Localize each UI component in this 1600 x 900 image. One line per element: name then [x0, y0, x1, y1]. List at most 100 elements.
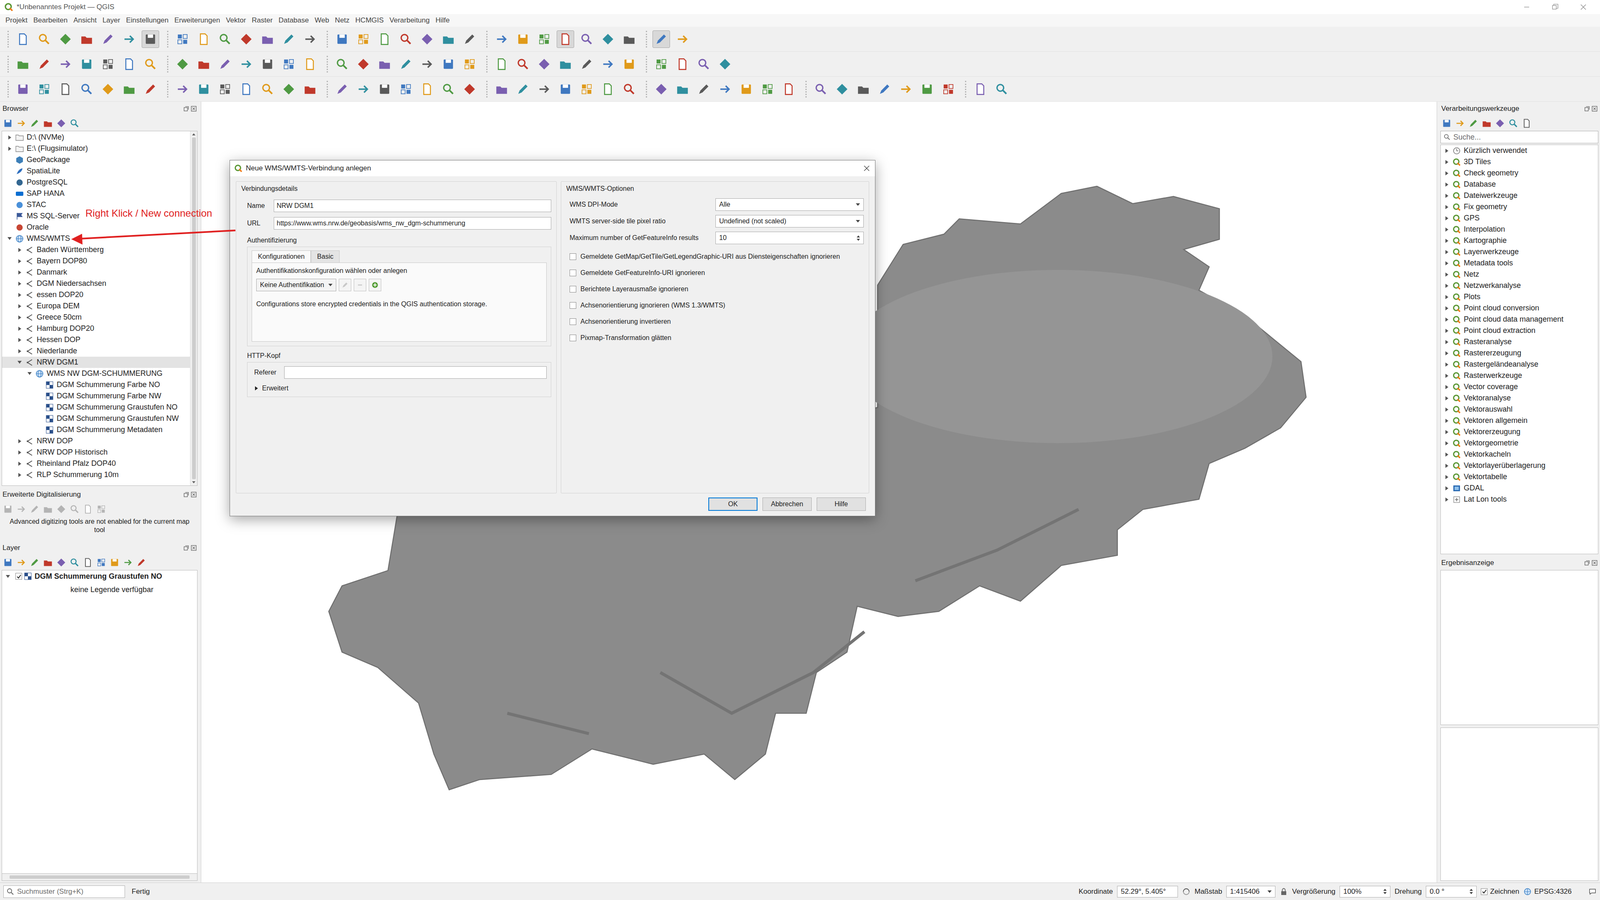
tool-button[interactable] — [135, 557, 147, 568]
expand-icon[interactable] — [18, 326, 22, 331]
tool-button[interactable] — [173, 30, 192, 48]
browser-item[interactable]: NRW DOP — [2, 435, 190, 447]
browser-item[interactable]: Danmark — [2, 266, 190, 278]
tool-button[interactable] — [120, 55, 138, 73]
processing-group[interactable]: Vektorgeometrie — [1440, 437, 1598, 449]
tool-button[interactable] — [237, 30, 255, 48]
browser-item[interactable]: E:\ (Flugsimulator) — [2, 142, 190, 155]
render-toggle[interactable]: Zeichnen — [1480, 887, 1520, 896]
crs-button[interactable]: EPSG:4326 — [1523, 887, 1572, 896]
browser-item[interactable]: essen DOP20 — [2, 289, 190, 301]
tool-button[interactable] — [216, 30, 234, 48]
toolbar-grip[interactable] — [167, 55, 169, 73]
menu-item[interactable]: Bearbeiten — [30, 16, 71, 25]
processing-group[interactable]: Layerwerkzeuge — [1440, 246, 1598, 258]
tool-button[interactable] — [418, 55, 436, 73]
expand-icon[interactable] — [1445, 160, 1449, 165]
processing-group[interactable]: Kartographie — [1440, 235, 1598, 247]
tool-button[interactable] — [237, 55, 255, 73]
layer-item[interactable]: DGM Schummerung Graustufen NO — [2, 570, 198, 583]
processing-group[interactable]: Lat Lon tools — [1440, 493, 1598, 505]
option-checkbox-row[interactable]: Achsenorientierung ignorieren (WMS 1.3/W… — [569, 297, 864, 314]
tool-button[interactable] — [216, 55, 234, 73]
tool-button[interactable] — [301, 80, 319, 98]
tool-button[interactable] — [173, 80, 192, 98]
tool-button[interactable] — [333, 55, 351, 73]
tool-button[interactable] — [56, 30, 75, 48]
tool-button[interactable] — [460, 55, 479, 73]
processing-group[interactable]: Metadata tools — [1440, 257, 1598, 269]
browser-item[interactable]: Oracle — [2, 221, 190, 233]
tool-button[interactable] — [716, 80, 734, 98]
browser-item[interactable]: WMS NW DGM-SCHUMMERUNG — [2, 367, 190, 380]
tool-button[interactable] — [173, 55, 192, 73]
tool-button[interactable] — [875, 80, 894, 98]
tool-button[interactable] — [258, 80, 277, 98]
expand-icon[interactable] — [18, 270, 22, 275]
tool-button[interactable] — [301, 30, 319, 48]
add-button[interactable] — [368, 278, 382, 292]
toolbar-grip[interactable] — [805, 80, 807, 98]
browser-item[interactable]: D:\ (NVMe) — [2, 131, 190, 143]
tool-button[interactable] — [535, 55, 553, 73]
tool-button[interactable] — [42, 503, 54, 515]
close-icon[interactable] — [190, 105, 197, 112]
processing-group[interactable]: Check geometry — [1440, 167, 1598, 179]
tool-button[interactable] — [492, 80, 511, 98]
expand-icon[interactable] — [18, 281, 22, 286]
expand-icon[interactable] — [18, 461, 22, 466]
tool-button[interactable] — [69, 117, 80, 129]
float-icon[interactable] — [1584, 105, 1590, 112]
processing-group[interactable]: Vektorerzeugung — [1440, 426, 1598, 438]
toolbar-grip[interactable] — [645, 80, 648, 98]
expand-icon[interactable] — [18, 315, 22, 320]
expand-icon[interactable] — [5, 575, 10, 578]
tool-button[interactable] — [577, 55, 596, 73]
tab[interactable]: Konfigurationen — [251, 250, 311, 263]
processing-group[interactable]: Plots — [1440, 291, 1598, 303]
tool-button[interactable] — [333, 30, 351, 48]
processing-group[interactable]: Rasteranalyse — [1440, 336, 1598, 348]
dialog-button[interactable]: Abbrechen — [762, 497, 812, 511]
tool-button[interactable] — [195, 30, 213, 48]
layer-checkbox[interactable] — [15, 572, 23, 580]
processing-group[interactable]: Interpolation — [1440, 223, 1598, 235]
tool-button[interactable] — [141, 55, 160, 73]
browser-item[interactable]: SAP HANA — [2, 187, 190, 200]
tool-button[interactable] — [492, 55, 511, 73]
browser-item[interactable]: Bayern DOP80 — [2, 255, 190, 267]
tool-button[interactable] — [556, 80, 575, 98]
tool-button[interactable] — [939, 80, 958, 98]
expand-icon[interactable] — [1445, 385, 1449, 390]
menu-item[interactable]: Layer — [99, 16, 124, 25]
tool-button[interactable] — [354, 30, 373, 48]
coordinate-field[interactable]: 52.29°, 5.405° — [1117, 885, 1178, 898]
option-checkbox[interactable] — [569, 269, 577, 277]
browser-item[interactable]: NRW DGM1 — [2, 356, 190, 368]
processing-group[interactable]: Point cloud conversion — [1440, 302, 1598, 314]
tool-button[interactable] — [141, 30, 160, 48]
option-checkbox[interactable] — [569, 334, 577, 342]
expand-icon[interactable] — [1445, 475, 1449, 480]
option-combo[interactable]: Alle — [715, 198, 864, 211]
close-icon[interactable] — [1591, 105, 1598, 112]
tool-button[interactable] — [375, 55, 394, 73]
menu-item[interactable]: Erweiterungen — [171, 16, 224, 25]
tool-button[interactable] — [14, 30, 32, 48]
tool-button[interactable] — [56, 55, 75, 73]
option-checkbox-row[interactable]: Gemeldete GetFeatureInfo-URI ignorieren — [569, 264, 864, 281]
processing-group[interactable]: Rasterwerkzeuge — [1440, 370, 1598, 382]
tool-button[interactable] — [55, 117, 67, 129]
tool-button[interactable] — [439, 80, 458, 98]
expand-icon[interactable] — [1445, 396, 1449, 401]
tool-button[interactable] — [120, 80, 138, 98]
tool-button[interactable] — [599, 80, 617, 98]
lock-icon[interactable] — [1279, 887, 1288, 896]
tool-button[interactable] — [673, 80, 692, 98]
tool-button[interactable] — [29, 557, 40, 568]
tool-button[interactable] — [333, 80, 351, 98]
tool-button[interactable] — [95, 503, 107, 515]
expand-icon[interactable] — [1445, 216, 1449, 221]
tool-button[interactable] — [15, 557, 27, 568]
menu-item[interactable]: Database — [275, 16, 312, 25]
